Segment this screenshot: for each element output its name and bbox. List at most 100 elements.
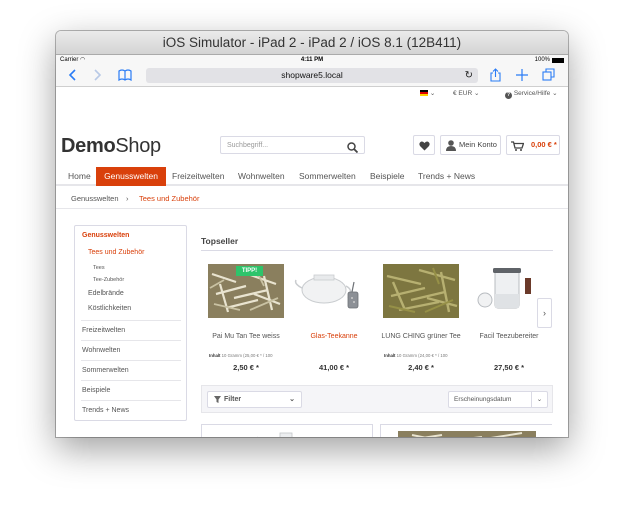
sidebar-item-edelbraende[interactable]: Edelbrände <box>88 289 124 299</box>
service-menu[interactable]: ? Service/Hilfe ⌄ <box>505 89 558 99</box>
language-selector[interactable]: ⌄ <box>420 89 435 99</box>
sidebar-item-beispiele[interactable]: Beispiele <box>82 386 110 396</box>
tip-badge: TIPP! <box>236 266 263 276</box>
search-icon[interactable] <box>347 140 359 158</box>
product-price: 2,50 € * <box>233 363 259 372</box>
sort-value: Erscheinungsdatum <box>454 396 512 403</box>
share-icon[interactable] <box>490 68 501 85</box>
address-bar[interactable]: shopware5.local ↻ <box>146 68 478 83</box>
sidebar-divider <box>81 360 181 361</box>
main-navigation: Home Genusswelten Freizeitwelten Wohnwel… <box>56 167 568 186</box>
filter-button[interactable]: Filter ⌄ <box>207 391 302 408</box>
topseller-heading: Topseller <box>201 236 239 246</box>
breadcrumb: Genusswelten › Tees und Zubehör <box>56 188 568 209</box>
product-price: 2,40 € * <box>408 363 434 372</box>
shop-page: ⌄ € EUR ⌄ ? Service/Hilfe ⌄ DemoShop Suc… <box>56 87 568 437</box>
reload-icon[interactable]: ↻ <box>465 68 473 83</box>
product-image[interactable] <box>382 425 552 437</box>
product-name[interactable]: Facil Teezubereiter <box>469 332 549 342</box>
sidebar-item-tee-zubehoer[interactable]: Tee-Zubehör <box>93 275 124 285</box>
filter-label: Filter <box>224 396 242 403</box>
german-flag-icon <box>420 90 428 96</box>
product-image[interactable] <box>381 264 461 318</box>
service-label: Service/Hilfe <box>513 90 551 97</box>
window-title: iOS Simulator - iPad 2 - iPad 2 / iOS 8.… <box>56 31 568 55</box>
forward-icon[interactable] <box>94 68 102 84</box>
nav-item-home[interactable]: Home <box>68 167 91 186</box>
battery-icon <box>552 57 564 63</box>
cart-button[interactable]: 0,00 € * <box>506 135 560 155</box>
chevron-down-icon: ⌄ <box>473 90 480 97</box>
shop-logo[interactable]: DemoShop <box>61 134 161 158</box>
sidebar-item-tees-und-zubehoer[interactable]: Tees und Zubehör <box>88 248 144 258</box>
sidebar-item-wohnwelten[interactable]: Wohnwelten <box>82 346 120 356</box>
listing-card[interactable] <box>201 424 373 437</box>
user-icon <box>446 140 456 151</box>
search-input[interactable]: Suchbegriff... <box>220 136 365 154</box>
product-name[interactable]: Pai Mu Tan Tee weiss <box>206 332 286 342</box>
account-button[interactable]: Mein Konto <box>440 135 501 155</box>
back-icon[interactable] <box>68 68 76 84</box>
url-text: shopware5.local <box>281 70 343 80</box>
battery-percent: 100% <box>534 57 550 63</box>
sort-select[interactable]: Erscheinungsdatum ⌄ <box>448 391 548 408</box>
nav-item-genusswelten[interactable]: Genusswelten <box>96 167 166 186</box>
heart-icon <box>419 141 430 151</box>
chevron-down-icon: ⌄ <box>531 392 547 407</box>
bookmarks-icon[interactable] <box>118 68 132 84</box>
breadcrumb-item[interactable]: Genusswelten <box>71 188 119 209</box>
sidebar-item-sommerwelten[interactable]: Sommerwelten <box>82 366 129 376</box>
breadcrumb-item-current[interactable]: Tees und Zubehör <box>139 188 199 209</box>
chevron-right-icon: › <box>543 308 546 318</box>
status-time: 4:11 PM <box>300 57 324 63</box>
slider-next-button[interactable]: › <box>537 298 552 328</box>
sidebar-divider <box>81 340 181 341</box>
product-image[interactable] <box>294 264 374 318</box>
sidebar-divider <box>81 400 181 401</box>
product-price: 27,50 € * <box>493 363 525 372</box>
chevron-down-icon: ⌄ <box>289 396 295 403</box>
account-label: Mein Konto <box>459 140 497 149</box>
listing-card[interactable] <box>380 424 552 437</box>
product-unit-info: Inhalt 10 Gramm (25,00 € * / 100 <box>209 353 289 359</box>
product-image[interactable] <box>242 431 322 437</box>
currency-selector[interactable]: € EUR ⌄ <box>453 89 479 99</box>
cart-icon <box>511 141 524 151</box>
unit-value: 10 Gramm (24,00 € * / 100 <box>396 353 448 358</box>
chevron-down-icon: ⌄ <box>429 90 436 97</box>
nav-item-wohnwelten[interactable]: Wohnwelten <box>238 167 285 186</box>
logo-light: Shop <box>115 135 161 157</box>
unit-label: Inhalt <box>209 353 221 358</box>
help-icon: ? <box>505 92 512 99</box>
nav-item-sommerwelten[interactable]: Sommerwelten <box>299 167 356 186</box>
topseller-divider <box>201 250 553 251</box>
chevron-down-icon: ⌄ <box>552 90 558 97</box>
filter-bar: Filter ⌄ Erscheinungsdatum ⌄ <box>201 385 553 413</box>
sidebar-item-trends-news[interactable]: Trends + News <box>82 406 129 416</box>
add-icon[interactable] <box>516 68 528 84</box>
tabs-icon[interactable] <box>542 68 555 84</box>
sidebar-item-genusswelten[interactable]: Genusswelten <box>82 231 129 241</box>
nav-item-beispiele[interactable]: Beispiele <box>370 167 405 186</box>
currency-label: € EUR <box>453 90 473 97</box>
product-name[interactable]: LUNG CHING grüner Tee <box>381 332 461 342</box>
simulator-window: iOS Simulator - iPad 2 - iPad 2 / iOS 8.… <box>56 31 568 437</box>
sidebar-item-koestlichkeiten[interactable]: Köstlichkeiten <box>88 304 131 314</box>
nav-item-freizeitwelten[interactable]: Freizeitwelten <box>172 167 224 186</box>
filter-icon <box>214 396 221 403</box>
ios-status-bar: Carrier ◠ 4:11 PM 100% <box>56 55 568 65</box>
breadcrumb-separator-icon: › <box>126 194 129 203</box>
search-placeholder: Suchbegriff... <box>227 142 269 149</box>
sidebar-divider <box>81 380 181 381</box>
unit-value: 10 Gramm (25,00 € * / 100 <box>221 353 273 358</box>
unit-label: Inhalt <box>384 353 396 358</box>
sidebar-item-freizeitwelten[interactable]: Freizeitwelten <box>82 326 125 336</box>
sidebar-divider <box>81 320 181 321</box>
wishlist-button[interactable] <box>413 135 435 155</box>
category-sidebar: Genusswelten Tees und Zubehör Tees Tee-Z… <box>74 225 187 421</box>
cart-total: 0,00 € * <box>531 140 557 149</box>
nav-item-trends-news[interactable]: Trends + News <box>418 167 475 186</box>
sidebar-item-tees[interactable]: Tees <box>93 263 105 273</box>
product-name[interactable]: Glas-Teekanne <box>294 332 374 342</box>
battery-status: 100% <box>535 55 564 65</box>
